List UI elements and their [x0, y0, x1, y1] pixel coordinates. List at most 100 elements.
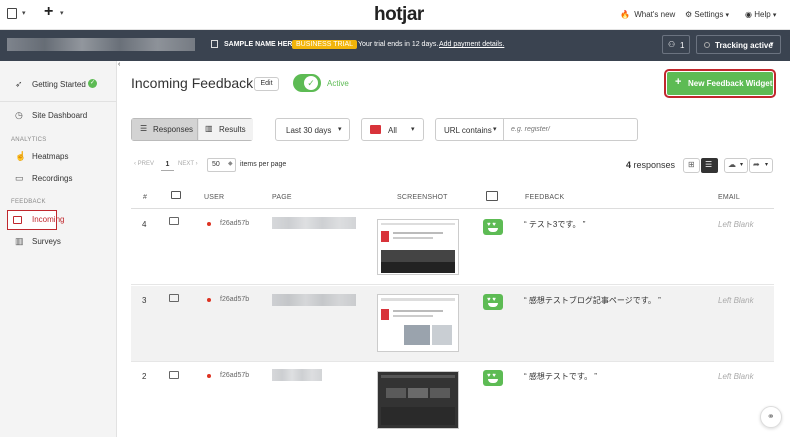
- sidebar-item-recordings[interactable]: ▭ Recordings: [0, 169, 117, 189]
- sidebar: ‹ ➶ Getting Started ✓ ◷ Site Dashboard A…: [0, 61, 120, 437]
- tracking-status[interactable]: Tracking active ▾: [696, 35, 781, 54]
- hand-pointer-icon: ☝: [15, 151, 27, 161]
- screenshot-thumbnail[interactable]: [377, 294, 459, 352]
- lifebuoy-icon: ◉: [745, 10, 752, 19]
- emotion-value: All: [388, 126, 397, 135]
- tab-results[interactable]: ▥ Results: [199, 119, 253, 140]
- list-icon: ☰: [140, 124, 148, 133]
- date-range-value: Last 30 days: [286, 126, 332, 135]
- col-num: #: [143, 194, 148, 201]
- tab-label: Results: [219, 125, 246, 134]
- hotjar-logo[interactable]: hotjar: [374, 4, 424, 26]
- url-filter-input[interactable]: [504, 118, 638, 141]
- page-number: 1: [165, 161, 170, 168]
- user-id[interactable]: f26ad57b: [220, 296, 249, 303]
- col-page: PAGE: [272, 194, 292, 201]
- current-page[interactable]: 1: [161, 158, 174, 171]
- feedback-text[interactable]: “ 感想テストブログ記事ページです。 ”: [524, 295, 661, 306]
- email-value: Left Blank: [718, 220, 754, 229]
- table-row[interactable]: 2 f26ad57b ♥ ♥ “ 感想テストです。 ” Left Blank: [131, 363, 774, 437]
- top-bar: ▾ + ▾ hotjar 🔥 What's new ⚙ Settings ▾ ◉…: [0, 0, 790, 30]
- prev-label: PREV: [137, 161, 155, 167]
- comment-icon[interactable]: [169, 371, 179, 379]
- user-count-button[interactable]: ⚇ 1: [662, 35, 690, 54]
- caret-down-icon: ▾: [765, 162, 769, 168]
- section-feedback: FEEDBACK: [11, 199, 46, 205]
- link-floating-button[interactable]: ⚭: [760, 406, 782, 428]
- gear-icon: ⚙: [685, 10, 693, 19]
- page-url-blurred[interactable]: [272, 294, 356, 306]
- screenshot-thumbnail[interactable]: [377, 371, 459, 429]
- help-menu[interactable]: ◉ Help ▾: [745, 10, 776, 19]
- building-icon: [7, 8, 17, 19]
- share-menu[interactable]: ➦ ▾: [749, 158, 773, 173]
- next-label: NEXT: [178, 161, 194, 167]
- page-url-blurred[interactable]: [272, 217, 356, 229]
- caret-down-icon: ▾: [338, 126, 342, 133]
- screenshot-thumbnail[interactable]: [377, 219, 459, 275]
- sidebar-item-getting-started[interactable]: ➶ Getting Started ✓: [0, 75, 117, 95]
- whats-new-link[interactable]: 🔥 What's new: [620, 10, 675, 19]
- tab-responses[interactable]: ☰ Responses: [132, 119, 198, 140]
- feedback-text[interactable]: “ テスト3です。 ”: [524, 219, 585, 230]
- email-value: Left Blank: [718, 296, 754, 305]
- col-user: USER: [204, 194, 225, 201]
- sidebar-item-site-dashboard[interactable]: ◷ Site Dashboard: [0, 106, 117, 126]
- grid-icon: ⊞: [688, 160, 695, 169]
- grid-view-button[interactable]: ⊞: [683, 158, 700, 173]
- site-name: SAMPLE NAME HERE: [224, 41, 298, 48]
- chevron-down-icon: ▾: [770, 41, 774, 48]
- sidebar-item-heatmaps[interactable]: ☝ Heatmaps: [0, 147, 117, 167]
- add-payment-link[interactable]: Add payment details.: [439, 41, 504, 48]
- bar-chart-icon: ▥: [205, 124, 213, 133]
- love-emotion-icon: ♥ ♥: [483, 294, 503, 310]
- table-row[interactable]: 3 f26ad57b ♥ ♥ “ 感想テストブログ記事ページです。 ” Left…: [131, 286, 774, 362]
- next-page-button[interactable]: NEXT ›: [178, 161, 198, 167]
- date-range-dropdown[interactable]: Last 30 days ▾: [275, 118, 350, 141]
- sidebar-item-label: Surveys: [32, 237, 61, 246]
- chevron-down-icon: ▾: [22, 10, 26, 17]
- trial-text: Your trial ends in 12 days.: [358, 41, 439, 48]
- section-analytics: ANALYTICS: [11, 137, 47, 143]
- active-toggle[interactable]: ✓: [293, 74, 321, 92]
- response-count: 4 responses: [626, 160, 675, 170]
- collapse-sidebar-icon[interactable]: ‹: [118, 61, 120, 68]
- page-url-blurred[interactable]: [272, 369, 322, 381]
- love-emotion-icon: ♥ ♥: [483, 219, 503, 235]
- email-value: Left Blank: [718, 372, 754, 381]
- user-id[interactable]: f26ad57b: [220, 372, 249, 379]
- feedback-text[interactable]: “ 感想テストです。 ”: [524, 371, 597, 382]
- sidebar-item-label: Heatmaps: [32, 152, 69, 161]
- user-id[interactable]: f26ad57b: [220, 220, 249, 227]
- country-flag-icon: [207, 298, 211, 302]
- url-filter-type-dropdown[interactable]: URL contains ▾: [435, 118, 504, 141]
- page-title: Incoming Feedback: [131, 75, 254, 91]
- edit-button[interactable]: Edit: [254, 77, 279, 91]
- sidebar-item-surveys[interactable]: ▥ Surveys: [0, 232, 117, 252]
- plus-icon: +: [44, 3, 54, 20]
- per-page-label: items per page: [240, 161, 287, 168]
- table-row[interactable]: 4 f26ad57b ♥ ♥ “ テスト3です。 ” Left Blank: [131, 209, 774, 285]
- user-count: 1: [680, 41, 685, 50]
- emotion-filter-dropdown[interactable]: All ▾: [361, 118, 424, 141]
- add-menu[interactable]: + ▾: [44, 3, 68, 21]
- flame-icon: 🔥: [620, 10, 630, 19]
- sites-menu[interactable]: ▾: [7, 8, 29, 20]
- col-email: EMAIL: [718, 194, 741, 201]
- comment-icon[interactable]: [169, 294, 179, 302]
- help-label: Help: [754, 10, 771, 19]
- divider: [0, 101, 117, 102]
- settings-menu[interactable]: ⚙ Settings ▾: [685, 10, 729, 19]
- list-icon: ☰: [705, 160, 713, 169]
- new-feedback-widget-button[interactable]: + New Feedback Widget: [664, 69, 776, 98]
- toggle-knob: ✓: [304, 76, 318, 90]
- list-view-button[interactable]: ☰: [701, 158, 718, 173]
- url-filter-type: URL contains: [444, 126, 492, 135]
- col-feedback: FEEDBACK: [525, 194, 565, 201]
- prev-page-button[interactable]: ‹ PREV: [134, 161, 154, 167]
- comment-icon[interactable]: [169, 217, 179, 225]
- per-page-select[interactable]: 50 ◆: [207, 158, 236, 172]
- download-menu[interactable]: ☁ ▾: [724, 158, 748, 173]
- site-url-blurred[interactable]: [7, 38, 195, 51]
- sidebar-item-incoming[interactable]: Incoming: [7, 210, 64, 230]
